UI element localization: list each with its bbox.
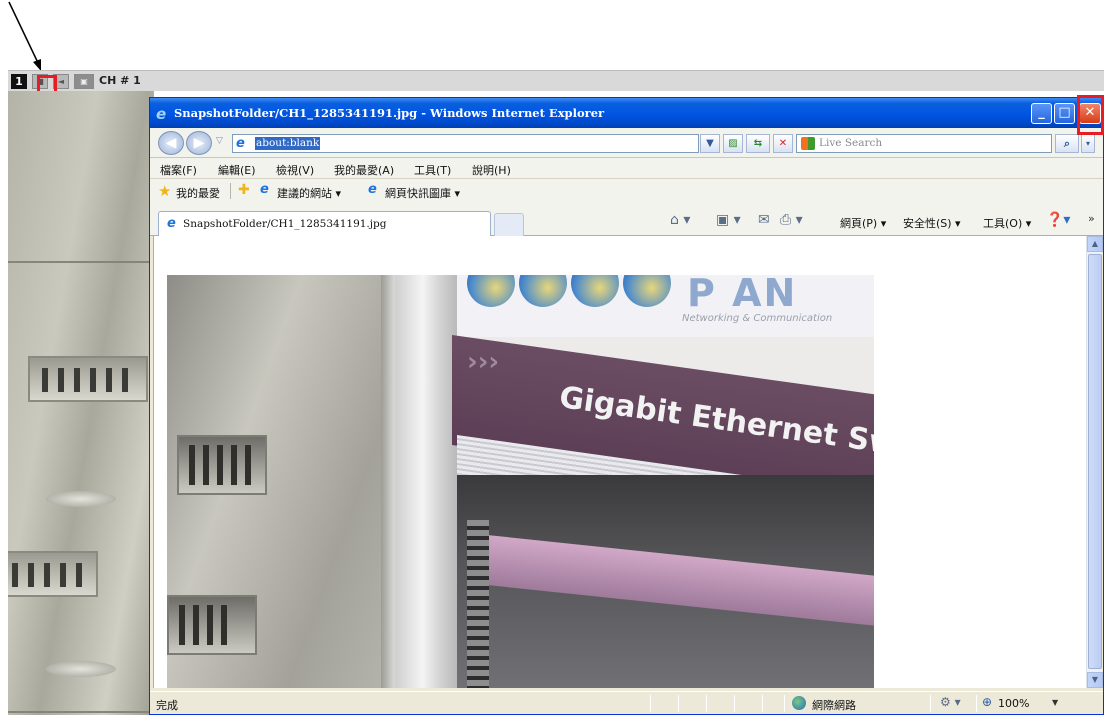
stop-button[interactable]: ✕: [773, 134, 793, 153]
tab-active[interactable]: e SnapshotFolder/CH1_1285341191.jpg: [158, 211, 491, 236]
menu-favorites[interactable]: 我的最愛(A): [334, 162, 394, 178]
title-bar[interactable]: e SnapshotFolder/CH1_1285341191.jpg - Wi…: [150, 98, 1103, 128]
refresh-button[interactable]: ⇆: [746, 134, 770, 153]
status-text: 完成: [156, 699, 178, 712]
menu-edit[interactable]: 編輯(E): [218, 162, 256, 178]
chevron-down-icon[interactable]: ▽: [216, 136, 223, 146]
snapshot-icon[interactable]: ▣: [74, 74, 94, 89]
address-bar: ◀ ▶ ▽ e about:blank ▼ ▨ ⇆ ✕ Live Search …: [150, 128, 1103, 158]
new-tab-button[interactable]: [494, 213, 524, 236]
feeds-icon[interactable]: ▣ ▾: [716, 212, 741, 228]
status-bar: 完成 網際網路 ⚙ ▾ ⊕ 100% ▼: [150, 691, 1103, 714]
mail-icon[interactable]: ✉: [758, 212, 770, 228]
channel-number[interactable]: 1: [11, 74, 27, 89]
page-content: P AN Networking & Communication ››› Giga…: [153, 236, 1103, 688]
favorites-bar: ★ 我的最愛 ✚ e 建議的網站 ▾ e 網頁快訊圖庫 ▾: [150, 179, 1103, 203]
live-search-icon: [801, 137, 815, 150]
photo-tagline: Networking & Communication: [682, 313, 833, 324]
tools-menu[interactable]: 工具(O) ▾: [983, 215, 1031, 231]
back-button[interactable]: ◀: [158, 131, 184, 155]
maximize-button[interactable]: □: [1054, 103, 1075, 124]
minimize-button[interactable]: _: [1031, 103, 1052, 124]
menu-view[interactable]: 檢視(V): [276, 162, 314, 178]
protected-mode-icon[interactable]: ⚙ ▾: [940, 695, 961, 709]
channel-label: CH # 1: [99, 74, 141, 87]
page-menu[interactable]: 網頁(P) ▾: [840, 215, 886, 231]
ie-link-icon: e: [260, 182, 269, 197]
scroll-down-button[interactable]: ▼: [1087, 672, 1103, 688]
chevron-down-icon[interactable]: ▼: [1052, 698, 1058, 707]
annotation-arrow: [8, 1, 41, 71]
add-favorite-icon[interactable]: ✚: [238, 182, 250, 198]
web-slice-gallery-link[interactable]: 網頁快訊圖庫 ▾: [385, 185, 460, 201]
scroll-up-button[interactable]: ▲: [1087, 236, 1103, 252]
menu-tools[interactable]: 工具(T): [414, 162, 451, 178]
ceiling-vent: [8, 551, 98, 597]
print-icon[interactable]: ⎙ ▾: [780, 212, 803, 228]
camera-live-view: [8, 91, 154, 715]
menu-help[interactable]: 說明(H): [472, 162, 511, 178]
forward-button[interactable]: ▶: [186, 131, 212, 155]
help-icon[interactable]: ❓▾: [1046, 212, 1070, 228]
tab-bar: e SnapshotFolder/CH1_1285341191.jpg ⌂ ▾ …: [150, 203, 1103, 236]
security-zone: 網際網路: [812, 699, 856, 712]
camera-toolbar: 1 ■ ◄ ▣ CH # 1: [8, 70, 1104, 91]
suggested-sites-link[interactable]: 建議的網站 ▾: [277, 185, 341, 201]
highlight-box-close: [1077, 95, 1104, 135]
search-placeholder: Live Search: [819, 137, 883, 149]
vertical-scrollbar[interactable]: ▲ ▼: [1086, 236, 1103, 688]
tab-title: SnapshotFolder/CH1_1285341191.jpg: [183, 218, 387, 230]
address-dropdown-button[interactable]: ▼: [700, 134, 720, 153]
favorites-button[interactable]: 我的最愛: [176, 185, 220, 201]
home-icon[interactable]: ⌂ ▾: [670, 212, 690, 228]
address-input[interactable]: e about:blank: [232, 134, 699, 153]
search-icon[interactable]: ⌕: [1055, 134, 1079, 153]
zoom-icon[interactable]: ⊕: [982, 695, 992, 709]
menu-bar: 檔案(F) 編輯(E) 檢視(V) 我的最愛(A) 工具(T) 說明(H): [150, 158, 1103, 179]
menu-file[interactable]: 檔案(F): [160, 162, 197, 178]
ie-logo-icon: e: [156, 105, 167, 123]
favorites-star-icon[interactable]: ★: [158, 182, 171, 200]
safety-menu[interactable]: 安全性(S) ▾: [903, 215, 961, 231]
search-input[interactable]: Live Search: [796, 134, 1052, 153]
scroll-thumb[interactable]: [1088, 254, 1102, 669]
screen: 1 ■ ◄ ▣ CH # 1 e SnapshotFolder/CH1_1285…: [0, 0, 1104, 715]
ie-page-icon: e: [236, 136, 245, 151]
zoom-level[interactable]: 100%: [998, 697, 1029, 710]
address-text[interactable]: about:blank: [255, 137, 321, 150]
ceiling-vent: [28, 356, 148, 402]
search-options-button[interactable]: ▾: [1081, 134, 1095, 153]
ie-link-icon: e: [368, 182, 377, 197]
photo-brand-text: P AN: [687, 275, 798, 315]
window-title: SnapshotFolder/CH1_1285341191.jpg - Wind…: [174, 106, 605, 120]
compatibility-icon[interactable]: ▨: [723, 134, 743, 153]
divider: [230, 183, 231, 199]
ie-page-icon: e: [167, 216, 176, 231]
browser-window: e SnapshotFolder/CH1_1285341191.jpg - Wi…: [149, 97, 1104, 715]
snapshot-image: P AN Networking & Communication ››› Giga…: [167, 275, 874, 688]
chevron-more-icon[interactable]: »: [1088, 212, 1095, 225]
globe-icon: [792, 696, 806, 710]
